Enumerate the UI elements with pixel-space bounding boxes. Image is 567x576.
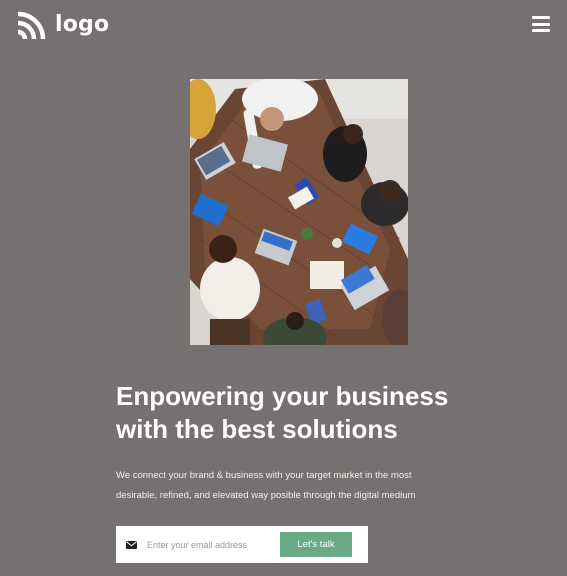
lets-talk-button[interactable]: Let's talk	[280, 532, 352, 557]
menu-bar	[532, 29, 550, 32]
site-header: logo	[0, 0, 567, 50]
logo[interactable]: logo	[17, 10, 109, 40]
menu-bar	[532, 16, 550, 19]
team-meeting-photo	[190, 79, 408, 345]
envelope-icon	[126, 540, 137, 549]
rss-arcs-icon	[17, 11, 46, 40]
email-signup-form: Let's talk	[116, 526, 368, 563]
email-input[interactable]	[147, 534, 275, 555]
hero-headline: Enpowering your business with the best s…	[116, 381, 449, 444]
hamburger-menu-icon[interactable]	[532, 16, 550, 32]
logo-text: logo	[55, 12, 110, 37]
hero-subtext: We connect your brand & business with yo…	[116, 470, 416, 501]
menu-bar	[532, 22, 550, 26]
